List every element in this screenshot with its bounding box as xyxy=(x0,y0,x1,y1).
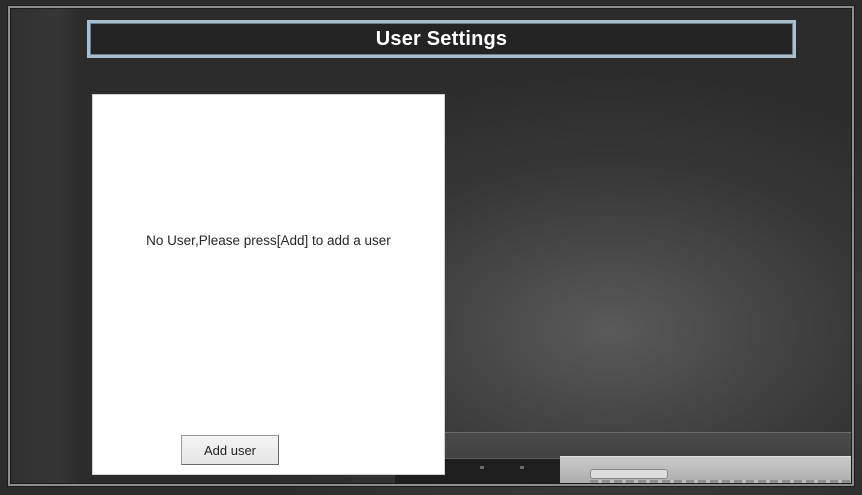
title-bar: User Settings xyxy=(87,20,796,58)
add-user-button[interactable]: Add user xyxy=(181,435,279,465)
empty-user-message: No User,Please press[Add] to add a user xyxy=(146,233,391,248)
settings-screen: User Settings No User,Please press[Add] … xyxy=(0,0,862,495)
user-list-panel: No User,Please press[Add] to add a user … xyxy=(92,94,445,475)
page-title: User Settings xyxy=(375,27,508,50)
